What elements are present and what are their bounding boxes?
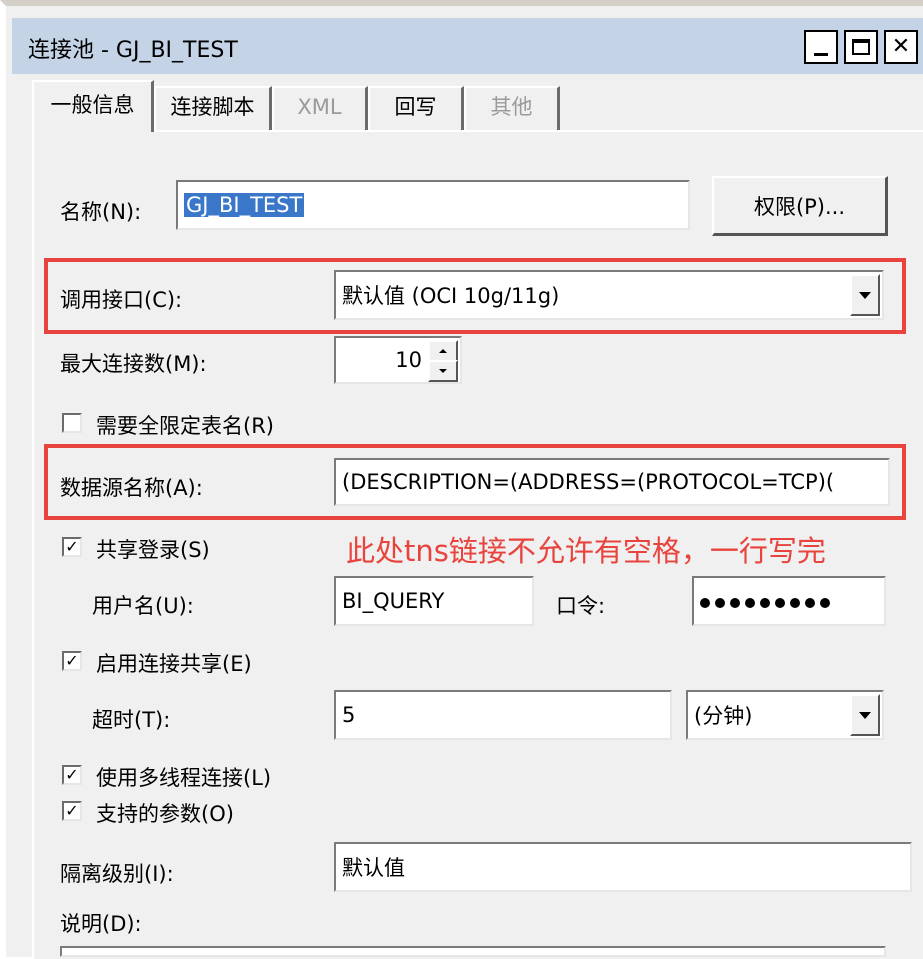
tab-write-back[interactable]: 回写	[368, 86, 464, 130]
annotation-note: 此处tns链接不允许有空格，一行写完	[346, 534, 826, 568]
timeout-unit-value: (分钟)	[694, 704, 753, 728]
tab-label: 连接脚本	[170, 95, 255, 119]
timeout-label: 超时(T):	[92, 708, 171, 732]
password-dot	[745, 598, 755, 608]
timeout-input[interactable]: 5	[334, 690, 672, 740]
description-label: 说明(D):	[60, 912, 142, 936]
check-icon: ✓	[65, 537, 79, 556]
shared-login-label: 共享登录(S)	[96, 538, 210, 562]
require-qualified-checkbox[interactable]	[62, 413, 82, 433]
username-input[interactable]: BI_QUERY	[334, 576, 534, 626]
name-value: GJ_BI_TEST	[184, 193, 305, 217]
arrow-down-icon	[439, 369, 447, 373]
highlight-datasource	[44, 444, 906, 520]
password-dot	[790, 598, 800, 608]
timeout-unit-dropdown-button[interactable]	[850, 694, 880, 736]
name-label: 名称(N):	[60, 200, 142, 224]
supported-params-label: 支持的参数(O)	[96, 802, 234, 826]
timeout-value: 5	[342, 703, 356, 727]
window-title: 连接池 - GJ_BI_TEST	[28, 38, 238, 63]
enable-sharing-label: 启用连接共享(E)	[96, 652, 252, 676]
max-connections-spinner[interactable]: 10	[334, 336, 462, 384]
multithread-label: 使用多线程连接(L)	[96, 766, 272, 790]
spin-up-button[interactable]	[428, 340, 458, 362]
spin-down-button[interactable]	[428, 360, 458, 382]
username-label: 用户名(U):	[92, 594, 194, 618]
username-value: BI_QUERY	[342, 589, 445, 613]
check-icon: ✓	[65, 765, 79, 784]
password-input[interactable]	[692, 576, 886, 626]
isolation-label: 隔离级别(I):	[60, 862, 174, 886]
require-qualified-label: 需要全限定表名(R)	[96, 414, 274, 438]
minimize-button[interactable]	[804, 30, 838, 64]
check-icon: ✓	[65, 801, 79, 820]
arrow-up-icon	[439, 349, 447, 353]
max-connections-value: 10	[395, 348, 422, 372]
supported-params-checkbox[interactable]: ✓	[62, 801, 82, 821]
tab-xml: XML	[272, 86, 368, 130]
password-dot	[700, 598, 710, 608]
minimize-icon	[814, 52, 828, 56]
timeout-unit-select[interactable]: (分钟)	[686, 690, 884, 740]
close-button[interactable]: ✕	[884, 30, 918, 64]
tab-general-info[interactable]: 一般信息	[32, 80, 154, 132]
permissions-button[interactable]: 权限(P)...	[712, 176, 888, 236]
maximize-button[interactable]	[844, 30, 878, 64]
isolation-value: 默认值	[342, 856, 405, 880]
description-textarea[interactable]	[60, 946, 886, 957]
check-icon: ✓	[65, 651, 79, 670]
tab-connection-script[interactable]: 连接脚本	[154, 86, 272, 130]
maximize-icon	[852, 39, 870, 55]
shared-login-checkbox[interactable]: ✓	[62, 537, 82, 557]
multithread-checkbox[interactable]: ✓	[62, 765, 82, 785]
tab-label: 回写	[394, 95, 437, 119]
tab-label: 一般信息	[50, 93, 135, 117]
password-dot	[760, 598, 770, 608]
isolation-select[interactable]: 默认值	[334, 842, 912, 892]
tab-other: 其他	[464, 86, 560, 130]
password-dot	[775, 598, 785, 608]
permissions-button-label: 权限(P)...	[753, 194, 846, 219]
close-icon: ✕	[891, 34, 911, 59]
password-mask	[700, 589, 835, 613]
enable-sharing-checkbox[interactable]: ✓	[62, 651, 82, 671]
tab-label: 其他	[490, 95, 533, 119]
password-dot	[820, 598, 830, 608]
highlight-interface	[44, 258, 906, 334]
title-bar[interactable]: 连接池 - GJ_BI_TEST ✕	[12, 18, 923, 74]
password-dot	[805, 598, 815, 608]
tab-label: XML	[297, 95, 342, 119]
password-dot	[715, 598, 725, 608]
chevron-down-icon	[859, 711, 871, 719]
max-connections-label: 最大连接数(M):	[60, 352, 207, 376]
password-dot	[730, 598, 740, 608]
password-label: 口令:	[556, 594, 606, 618]
name-input[interactable]: GJ_BI_TEST	[176, 180, 690, 230]
